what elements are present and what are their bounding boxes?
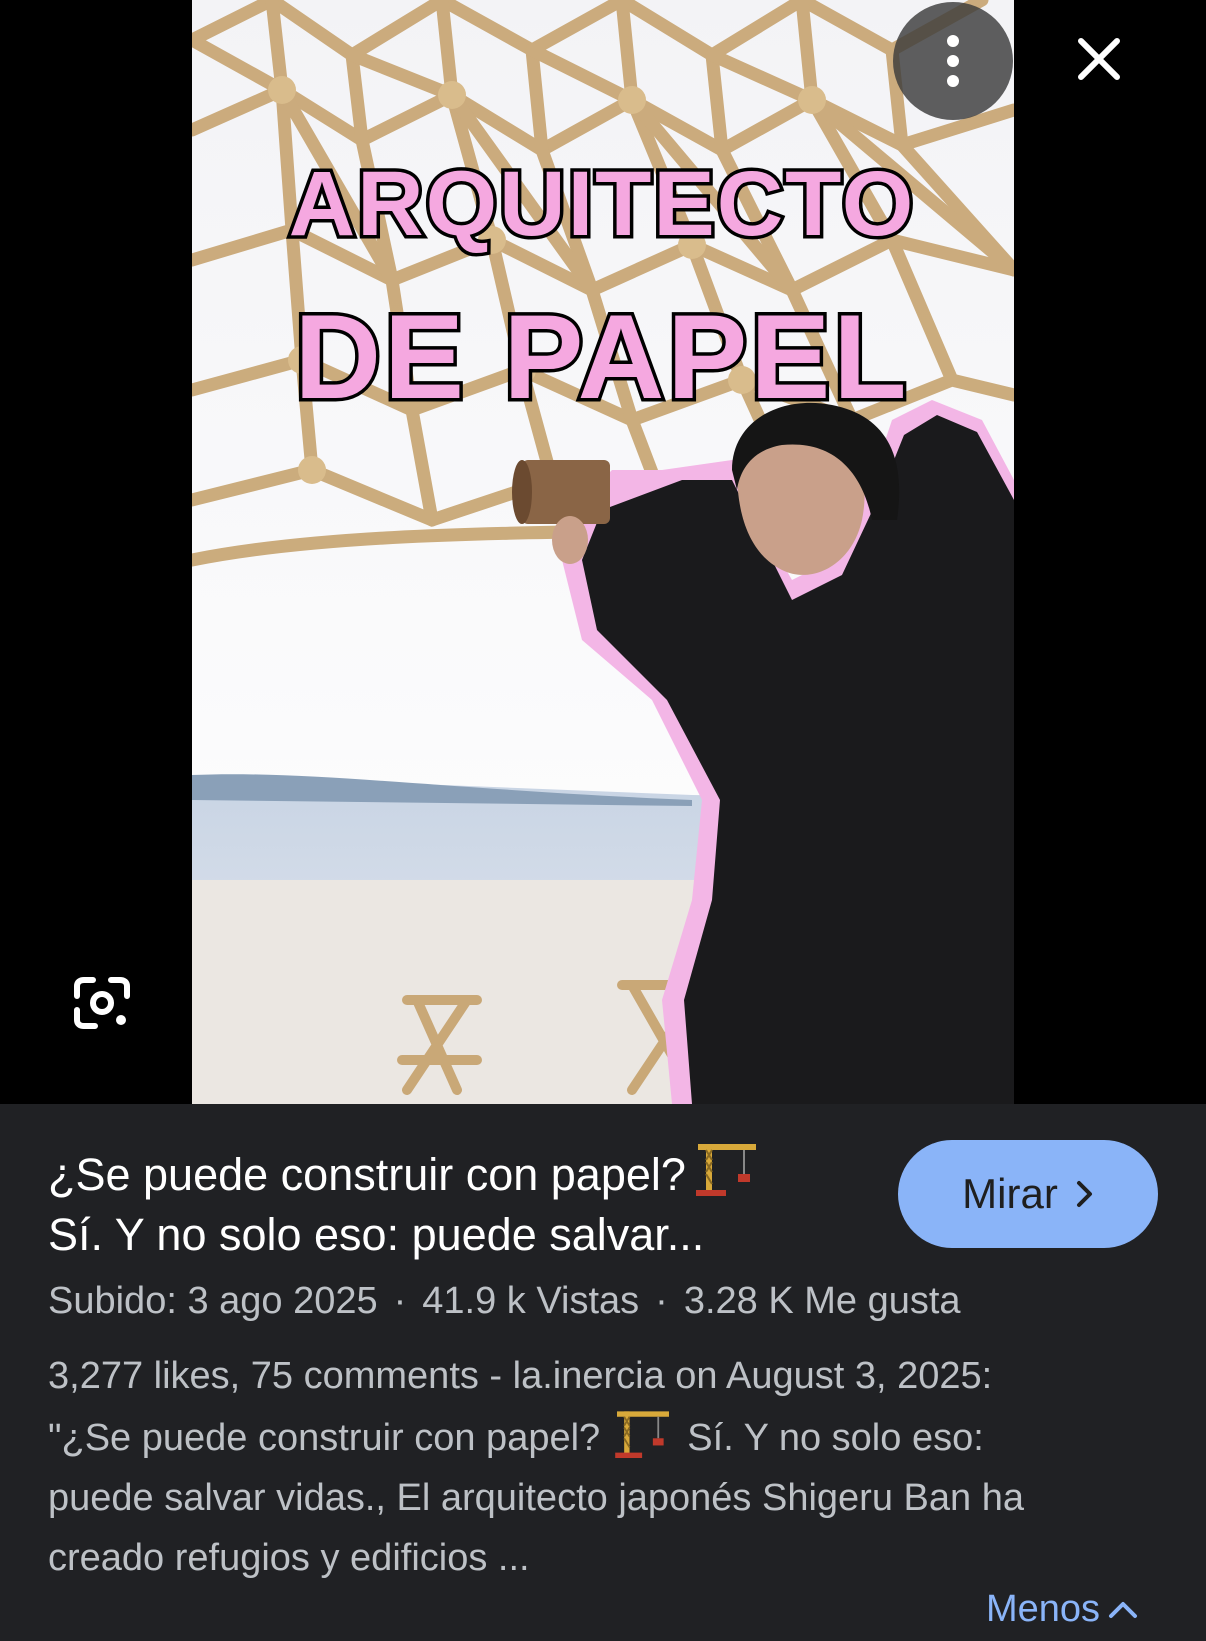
video-thumbnail: ARQUITECTO DE PAPEL [192,0,1014,1104]
image-viewer: ARQUITECTO DE PAPEL [0,0,1206,1104]
description-line: puede salvar vidas., El arquitecto japon… [48,1477,1024,1519]
result-metadata: Subido: 3 ago 2025 · 41.9 k Vistas · 3.28 K … [48,1276,1168,1326]
description-line: "¿Se puede construir con papel? Sí. Y no… [48,1406,1168,1468]
like-count: 3.28 K Me gusta [683,1280,961,1322]
overlay-title-line-2: DE PAPEL [294,290,909,424]
building-construction-crane-icon [695,1144,756,1196]
google-lens-icon [74,977,130,1029]
watch-button[interactable]: Mirar [898,1140,1158,1248]
result-image[interactable]: ARQUITECTO DE PAPEL [192,0,1014,1104]
chevron-right-icon [1076,1181,1092,1207]
description-line: 3,277 likes, 75 comments - la.inercia on… [48,1355,993,1397]
description-text: "¿Se puede construir con papel? [48,1417,601,1459]
description-text: Sí. Y no solo eso: [687,1417,984,1459]
show-less-button[interactable]: Menos [986,1584,1138,1634]
view-count: 41.9 k Vistas [422,1280,640,1322]
more-options-button[interactable] [893,2,1013,120]
google-lens-button[interactable] [62,968,142,1038]
close-icon [1078,38,1120,80]
description-line: creado refugios y edificios ... [48,1537,530,1579]
show-less-label: Menos [986,1587,1101,1630]
watch-button-label: Mirar [962,1170,1058,1217]
result-title-text-1: ¿Se puede construir con papel? [48,1149,686,1200]
chevron-up-icon [1109,1602,1138,1618]
building-construction-crane-icon [614,1411,669,1458]
upload-date: Subido: 3 ago 2025 [48,1280,378,1322]
close-button[interactable] [1062,22,1136,96]
separator-dot: · [655,1280,668,1322]
result-title[interactable]: ¿Se puede construir con papel? Sí. Y no … [48,1138,858,1265]
more-vert-icon [947,35,959,87]
result-title-line-2: Sí. Y no solo eso: puede salvar... [48,1209,705,1260]
separator-dot: · [393,1280,407,1322]
result-description: 3,277 likes, 75 comments - la.inercia on… [48,1346,1168,1588]
result-title-line-1: ¿Se puede construir con papel? [48,1138,858,1205]
overlay-title-line-1: ARQUITECTO [289,153,916,255]
